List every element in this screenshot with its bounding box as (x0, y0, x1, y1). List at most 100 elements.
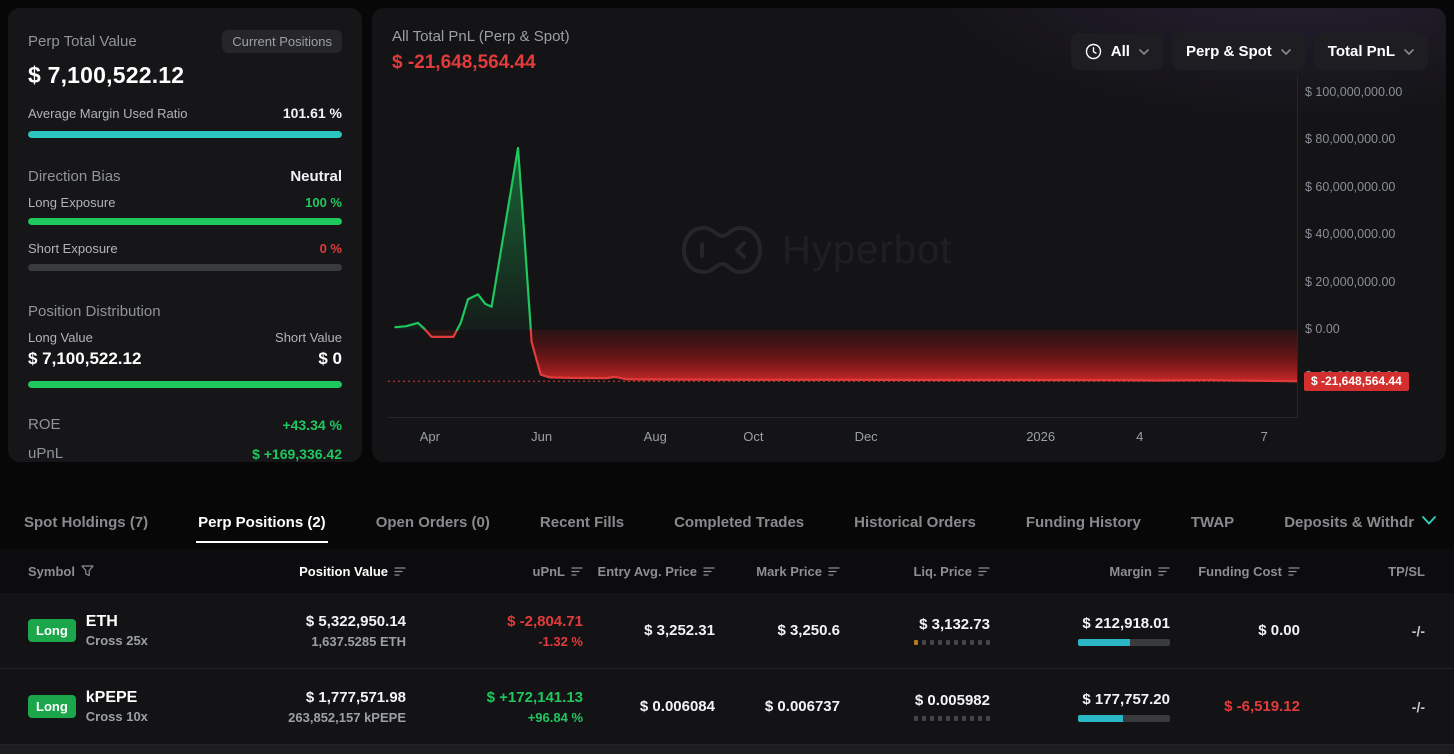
x-axis-tick: Aug (644, 429, 667, 444)
margin-cell: $ 212,918.01 (990, 615, 1170, 646)
column-label: Mark Price (756, 564, 822, 579)
column-header-symbol[interactable]: Symbol (28, 564, 250, 579)
sort-icon (1288, 566, 1300, 577)
column-label: Funding Cost (1198, 564, 1282, 579)
y-axis-tick: $ 60,000,000.00 (1305, 180, 1395, 194)
x-axis-tick: Dec (855, 429, 878, 444)
metric-dropdown[interactable]: Total PnL (1314, 33, 1428, 70)
plot-area: Hyperbot $ 100,000,000.00$ 80,000,000.00… (388, 75, 1436, 455)
x-axis-tick: Apr (420, 429, 440, 444)
side-badge: Long (28, 619, 76, 642)
mark-price: $ 3,250.6 (777, 622, 840, 639)
funding-cost-cell: $ 0.00 (1170, 622, 1300, 639)
position-row-kPEPE: LongkPEPECross 10x$ 1,777,571.98263,852,… (0, 669, 1454, 745)
leverage-label: Cross 10x (86, 709, 148, 724)
column-label: Liq. Price (913, 564, 972, 579)
upnl-value: $ -2,804.71 (507, 613, 583, 630)
position-value-cell: $ 5,322,950.141,637.5285 ETH (250, 613, 406, 649)
table-header: SymbolPosition ValueuPnL Entry Avg. Price… (0, 549, 1454, 593)
tpsl-value: -/- (1412, 699, 1425, 715)
tab-bar: Spot Holdings (7) Perp Positions (2) Open … (0, 496, 1454, 543)
tabs-overflow-chevron-icon[interactable] (1422, 516, 1436, 525)
sort-icon (394, 566, 406, 577)
y-axis-tick: $ 80,000,000.00 (1305, 132, 1395, 146)
mark-price-cell: $ 0.006737 (715, 698, 840, 715)
tab-completed-trades[interactable]: Completed Trades (672, 500, 806, 543)
roe-label: ROE (28, 416, 61, 433)
short-exposure-value: 0 % (320, 241, 342, 256)
upnl-cell: $ +172,141.13+96.84 % (406, 689, 583, 725)
column-header-position-value[interactable]: Position Value (250, 564, 406, 579)
margin-usage-bar (1078, 715, 1170, 722)
position-value-cell: $ 1,777,571.98263,852,157 kPEPE (250, 689, 406, 725)
entry-price-cell: $ 3,252.31 (583, 622, 715, 639)
column-header-tp-sl[interactable]: TP/SL (1300, 564, 1425, 579)
y-axis-tick: $ 0.00 (1305, 322, 1340, 336)
entry-avg-price: $ 0.006084 (640, 698, 715, 715)
long-value-label: Long Value (28, 330, 93, 345)
tab-open-orders[interactable]: Open Orders (0) (374, 500, 492, 543)
current-positions-badge: Current Positions (222, 30, 342, 53)
margin-cell: $ 177,757.20 (990, 691, 1170, 722)
liq-price: $ 0.005982 (915, 692, 990, 709)
liq-price: $ 3,132.73 (919, 616, 990, 633)
tab-recent-fills[interactable]: Recent Fills (538, 500, 626, 543)
scope-dropdown[interactable]: Perp & Spot (1172, 33, 1305, 70)
short-value-label: Short Value (275, 330, 342, 345)
tab-perp-positions[interactable]: Perp Positions (2) (196, 500, 328, 543)
short-exposure-bar (28, 264, 342, 271)
sort-icon (1158, 566, 1170, 577)
time-range-dropdown[interactable]: All (1071, 33, 1163, 70)
roe-value: +43.34 % (282, 417, 342, 433)
tab-funding-history[interactable]: Funding History (1024, 500, 1143, 543)
tab-twap[interactable]: TWAP (1189, 500, 1236, 543)
long-exposure-label: Long Exposure (28, 195, 115, 210)
upnl-percent: -1.32 % (538, 634, 583, 649)
column-header-entry-avg-price[interactable]: Entry Avg. Price (583, 564, 715, 579)
position-value: $ 5,322,950.14 (306, 613, 406, 630)
tab-spot-holdings[interactable]: Spot Holdings (7) (22, 500, 150, 543)
chart-filters: All Perp & Spot Total PnL (1071, 33, 1428, 70)
chevron-down-icon (1139, 49, 1149, 55)
position-distribution-label: Position Distribution (28, 303, 342, 320)
column-header-margin[interactable]: Margin (990, 564, 1170, 579)
column-label: Entry Avg. Price (598, 564, 697, 579)
liq-price-cell: $ 3,132.73 (840, 616, 990, 645)
column-header-funding-cost[interactable]: Funding Cost (1170, 564, 1300, 579)
column-header-upnl[interactable]: uPnL (406, 564, 583, 579)
scope-value: Perp & Spot (1186, 43, 1272, 60)
symbol-name: kPEPE (86, 689, 148, 707)
sort-icon (828, 566, 840, 577)
avg-margin-ratio-value: 101.61 % (283, 105, 342, 121)
perp-total-value: $ 7,100,522.12 (28, 62, 342, 89)
positions-table: SymbolPosition ValueuPnL Entry Avg. Price… (0, 549, 1454, 745)
chevron-down-icon (1281, 49, 1291, 55)
perp-total-value-label: Perp Total Value (28, 33, 137, 50)
position-row-ETH: LongETHCross 25x$ 5,322,950.141,637.5285… (0, 593, 1454, 669)
sort-icon (703, 566, 715, 577)
column-label: Margin (1109, 564, 1152, 579)
filter-funnel-icon (81, 565, 94, 577)
current-value-badge: $ -21,648,564.44 (1304, 372, 1409, 391)
dashboard: Perp Total Value Current Positions $ 7,1… (0, 0, 1454, 754)
position-distribution-bar (28, 381, 342, 388)
bottom-strip (0, 745, 1454, 754)
tab-deposits-withdrawals[interactable]: Deposits & Withdrawals (1282, 500, 1414, 543)
perp-summary-card: Perp Total Value Current Positions $ 7,1… (8, 8, 362, 462)
entry-avg-price: $ 3,252.31 (644, 622, 715, 639)
y-axis-tick: $ 20,000,000.00 (1305, 275, 1395, 289)
entry-price-cell: $ 0.006084 (583, 698, 715, 715)
y-axis-tick: $ 100,000,000.00 (1305, 85, 1402, 99)
mark-price-cell: $ 3,250.6 (715, 622, 840, 639)
clock-icon (1085, 43, 1102, 60)
long-exposure-value: 100 % (305, 195, 342, 210)
pnl-chart[interactable] (388, 75, 1297, 417)
column-header-mark-price[interactable]: Mark Price (715, 564, 840, 579)
column-header-liq-price[interactable]: Liq. Price (840, 564, 990, 579)
column-label: TP/SL (1388, 564, 1425, 579)
position-size: 263,852,157 kPEPE (288, 710, 406, 725)
tab-historical-orders[interactable]: Historical Orders (852, 500, 978, 543)
upnl-cell: $ -2,804.71 -1.32 % (406, 613, 583, 649)
upnl-label: uPnL (28, 445, 63, 462)
chart-title: All Total PnL (Perp & Spot) (392, 28, 570, 45)
